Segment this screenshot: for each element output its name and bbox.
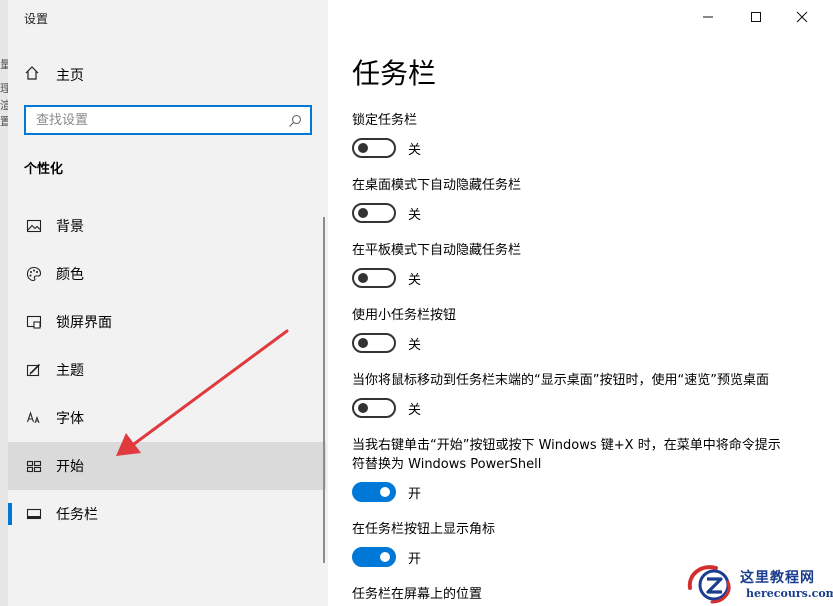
toggle-knob [358, 273, 368, 283]
toggle-knob [358, 403, 368, 413]
toggle-knob [358, 338, 368, 348]
page-title: 任务栏 [352, 57, 437, 90]
nav-item-label: 任务栏 [56, 507, 98, 523]
toggle-state: 开 [408, 486, 422, 502]
theme-icon [24, 360, 44, 380]
setting-label: 在任务栏按钮上显示角标 [352, 522, 496, 537]
nav-item-background[interactable]: 背景 [8, 202, 326, 250]
picture-icon [24, 216, 44, 236]
minimize-button[interactable] [685, 2, 731, 32]
watermark-logo-icon [687, 565, 731, 604]
toggle-state: 关 [408, 142, 422, 158]
nav-item-start[interactable]: 开始 [8, 442, 326, 490]
setting-autohide-tablet: 在平板模式下自动隐藏任务栏 关 [352, 241, 812, 288]
nav-item-taskbar[interactable]: 任务栏 [8, 490, 326, 538]
start-icon [24, 456, 44, 476]
nav-item-label: 主题 [56, 363, 84, 379]
toggle-knob [380, 552, 390, 562]
sidebar-scrollbar[interactable] [323, 217, 325, 563]
autohide-desktop-toggle[interactable] [352, 203, 396, 223]
setting-small-buttons: 使用小任务栏按钮 关 [352, 306, 812, 353]
setting-lock-taskbar: 锁定任务栏 关 [352, 111, 812, 158]
setting-label: 锁定任务栏 [352, 113, 418, 128]
toggle-state: 开 [408, 551, 422, 567]
toggle-knob [358, 143, 368, 153]
edge-glyph: 渲 [0, 99, 8, 112]
edge-glyph: 理 [0, 82, 8, 95]
palette-icon [24, 264, 44, 284]
maximize-button[interactable] [733, 2, 779, 32]
minimize-icon [703, 16, 713, 18]
taskbar-icon [24, 504, 44, 524]
background-window-edge: 量 理 渲 置 [0, 0, 8, 606]
selection-indicator [8, 503, 12, 525]
powershell-toggle[interactable] [352, 482, 396, 502]
lock-screen-icon [24, 312, 44, 332]
setting-label: 在桌面模式下自动隐藏任务栏 [352, 178, 522, 193]
close-button[interactable] [779, 2, 825, 32]
home-icon [24, 65, 40, 85]
nav-item-label: 字体 [56, 411, 84, 427]
setting-label: 当我右键单击“开始”按钮或按下 Windows 键+X 时，在菜单中将命令提示符… [352, 438, 781, 472]
search-input[interactable] [26, 112, 296, 128]
setting-label: 当你将鼠标移动到任务栏末端的“显示桌面”按钮时，使用“速览”预览桌面 [352, 373, 769, 388]
toggle-state: 关 [408, 337, 422, 353]
toggle-state: 关 [408, 402, 422, 418]
search-box[interactable] [24, 105, 312, 135]
watermark-text: 这里教程网 [740, 570, 815, 586]
setting-autohide-desktop: 在桌面模式下自动隐藏任务栏 关 [352, 176, 812, 223]
badges-toggle[interactable] [352, 547, 396, 567]
autohide-tablet-toggle[interactable] [352, 268, 396, 288]
watermark-url: herecours.com [746, 587, 833, 600]
home-label: 主页 [56, 68, 84, 84]
nav-item-lock-screen[interactable]: 锁屏界面 [8, 298, 326, 346]
small-buttons-toggle[interactable] [352, 333, 396, 353]
toggle-state: 关 [408, 207, 422, 223]
nav-item-themes[interactable]: 主题 [8, 346, 326, 394]
window-title: 设置 [24, 12, 49, 26]
section-title: 个性化 [24, 162, 64, 177]
nav-item-label: 锁屏界面 [56, 315, 112, 331]
setting-powershell: 当我右键单击“开始”按钮或按下 Windows 键+X 时，在菜单中将命令提示符… [352, 436, 792, 502]
sidebar: 量 理 渲 置 设置 主页 个性化 背景 颜色 锁屏界面 [0, 0, 328, 606]
setting-label: 在平板模式下自动隐藏任务栏 [352, 243, 522, 258]
maximize-icon [751, 12, 761, 22]
edge-glyph: 量 [0, 58, 8, 71]
nav-item-label: 颜色 [56, 267, 84, 283]
nav-item-label: 开始 [56, 459, 84, 475]
close-icon [796, 11, 808, 23]
nav-item-label: 背景 [56, 219, 84, 235]
toggle-knob [380, 487, 390, 497]
font-icon [24, 408, 44, 428]
edge-glyph: 置 [0, 115, 8, 128]
search-icon[interactable] [288, 113, 302, 132]
watermark: 这里教程网 herecours.com [682, 560, 833, 606]
toggle-knob [358, 208, 368, 218]
peek-toggle[interactable] [352, 398, 396, 418]
lock-taskbar-toggle[interactable] [352, 138, 396, 158]
nav-item-colors[interactable]: 颜色 [8, 250, 326, 298]
main-panel: 任务栏 锁定任务栏 关 在桌面模式下自动隐藏任务栏 关 在平板模式下自动隐藏任务… [328, 0, 833, 606]
nav-item-fonts[interactable]: 字体 [8, 394, 326, 442]
toggle-state: 关 [408, 272, 422, 288]
setting-peek: 当你将鼠标移动到任务栏末端的“显示桌面”按钮时，使用“速览”预览桌面 关 [352, 371, 812, 418]
home-link[interactable]: 主页 [24, 64, 304, 86]
setting-label: 使用小任务栏按钮 [352, 308, 457, 323]
